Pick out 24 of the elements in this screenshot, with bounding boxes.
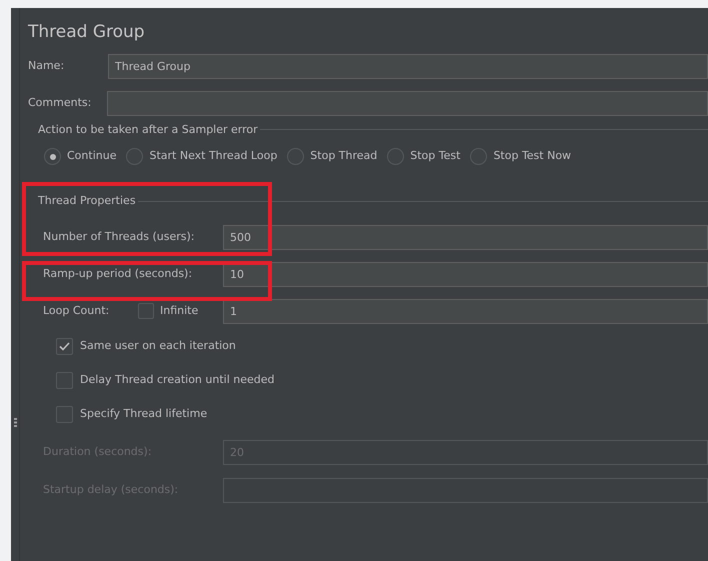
radio-option[interactable]: Stop Test: [387, 148, 460, 165]
group-legend: Thread Properties: [38, 193, 138, 210]
field-label: Number of Threads (users):: [43, 228, 196, 245]
text-field[interactable]: 1: [223, 298, 708, 324]
text-field[interactable]: Thread Group: [108, 54, 708, 78]
field-label: Comments:: [28, 94, 92, 111]
checkbox-option[interactable]: Infinite: [138, 302, 223, 320]
checkbox-option[interactable]: Delay Thread creation until needed: [56, 372, 275, 388]
checkbox-option[interactable]: Same user on each iteration: [56, 338, 236, 354]
checkbox-option[interactable]: Specify Thread lifetime: [56, 406, 208, 422]
text-field[interactable]: [107, 90, 708, 116]
radio-option[interactable]: Start Next Thread Loop: [126, 148, 278, 165]
field-label: Ramp-up period (seconds):: [43, 266, 194, 282]
field-label: Name:: [28, 58, 66, 74]
field-label: Loop Count:: [43, 302, 110, 319]
check-icon: [59, 342, 70, 350]
text-field[interactable]: 10: [223, 262, 708, 286]
panel-title: Thread Group: [28, 21, 146, 44]
radio-option[interactable]: Stop Test Now: [470, 148, 572, 165]
text-field[interactable]: 500: [223, 224, 708, 250]
radio-option[interactable]: Continue: [44, 148, 116, 165]
group-legend: Action to be taken after a Sampler error: [38, 122, 260, 138]
radio-option[interactable]: Stop Thread: [287, 148, 378, 165]
splitter-handle-icon[interactable]: [14, 418, 16, 427]
